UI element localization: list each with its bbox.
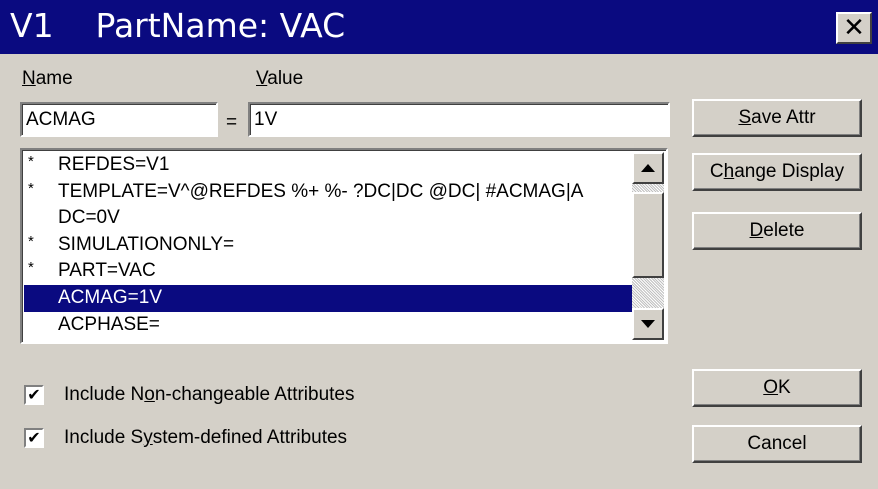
attribute-list[interactable]: * REFDES=V1 * TEMPLATE=V^@REFDES %+ %- ?DC|… <box>20 148 668 344</box>
list-item[interactable]: * SIMULATIONONLY= <box>24 232 634 259</box>
list-item-text: ACMAG=1V <box>58 286 163 308</box>
list-scrollbar[interactable] <box>632 152 664 340</box>
value-input[interactable]: 1V <box>248 102 670 137</box>
cancel-button[interactable]: Cancel <box>692 425 862 463</box>
list-item-text: SIMULATIONONLY= <box>58 233 235 255</box>
list-item[interactable]: DC=0V <box>24 205 634 232</box>
list-item-text: PART=VAC <box>58 260 156 282</box>
ok-button[interactable]: OK <box>692 369 862 407</box>
list-item-text: DC=0V <box>58 207 120 229</box>
scroll-thumb[interactable] <box>632 192 664 278</box>
non-changeable-checkbox[interactable]: ✔ <box>24 385 44 405</box>
system-defined-label: Include System-defined Attributes <box>64 427 348 448</box>
list-item[interactable]: * TEMPLATE=V^@REFDES %+ %- ?DC|DC @DC| #A… <box>24 179 634 206</box>
equals-sign: = <box>226 112 238 133</box>
list-item[interactable]: * PART=VAC <box>24 258 634 285</box>
list-item[interactable]: ACPHASE= <box>24 312 634 339</box>
list-item[interactable]: ACMAG=1V <box>24 284 634 312</box>
non-changeable-marker: * <box>28 232 34 250</box>
part-attributes-dialog: V1 PartName: VAC ✕ Name Value ACMAG = 1V… <box>0 0 878 489</box>
arrow-up-icon <box>641 164 655 172</box>
name-label: Name <box>22 68 73 89</box>
list-item-text: ACPHASE= <box>58 313 160 335</box>
save-attr-button[interactable]: Save Attr <box>692 99 862 137</box>
scroll-up-button[interactable] <box>632 152 664 184</box>
system-defined-checkbox[interactable]: ✔ <box>24 428 44 448</box>
scroll-down-button[interactable] <box>632 308 664 340</box>
name-input[interactable]: ACMAG <box>20 102 218 137</box>
delete-button[interactable]: Delete <box>692 212 862 250</box>
list-item-text: TEMPLATE=V^@REFDES %+ %- ?DC|DC @DC| #AC… <box>58 180 584 202</box>
non-changeable-label: Include Non-changeable Attributes <box>64 384 355 405</box>
arrow-down-icon <box>641 320 655 328</box>
close-icon: ✕ <box>843 13 865 43</box>
non-changeable-marker: * <box>28 179 34 197</box>
list-item-text: REFDES=V1 <box>58 154 170 175</box>
change-display-button[interactable]: Change Display <box>692 153 862 191</box>
non-changeable-marker: * <box>28 153 34 170</box>
value-label: Value <box>256 68 304 89</box>
close-button[interactable]: ✕ <box>836 12 872 44</box>
window-title: V1 PartName: VAC <box>10 6 346 45</box>
non-changeable-marker: * <box>28 259 34 277</box>
title-bar[interactable]: V1 PartName: VAC ✕ <box>0 0 878 54</box>
attribute-list-items: * REFDES=V1 * TEMPLATE=V^@REFDES %+ %- ?DC|… <box>24 152 634 338</box>
list-item[interactable]: * REFDES=V1 <box>24 152 634 179</box>
